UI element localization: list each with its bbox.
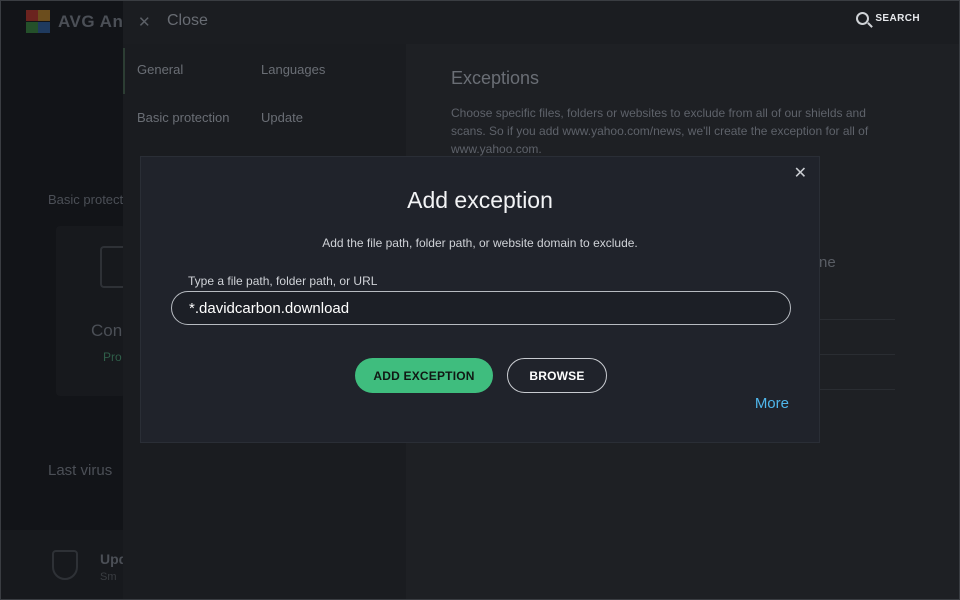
window-frame <box>0 0 960 600</box>
